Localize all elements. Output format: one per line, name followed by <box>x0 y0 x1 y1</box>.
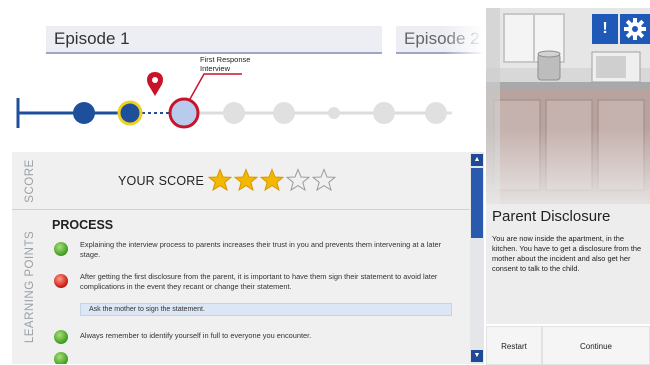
current-node-label-line-1: First Response <box>200 55 250 64</box>
timeline-node-2[interactable] <box>117 100 143 126</box>
continue-button[interactable]: Continue <box>542 326 650 365</box>
scene-panel: ! Parent Disclosure You are now inside t… <box>486 8 650 365</box>
score-side-label-text: SCORE <box>24 159 36 203</box>
score-side-label: SCORE <box>12 152 48 210</box>
learning-points-side-label: LEARNING POINTS <box>12 210 48 364</box>
learning-points-scrollbar[interactable]: ▲ ▼ <box>470 152 484 364</box>
scroll-thumb[interactable] <box>471 168 483 238</box>
alert-button[interactable]: ! <box>592 14 618 44</box>
star-filled-icon <box>208 168 232 192</box>
restart-button[interactable]: Restart <box>486 326 542 365</box>
process-heading: PROCESS <box>52 218 114 232</box>
gear-icon <box>624 18 646 40</box>
timeline-node-7[interactable] <box>373 102 395 124</box>
scene-toolbar: ! <box>592 14 650 44</box>
episode-header: Episode 1 Episode 2 First Response Inter… <box>12 8 484 152</box>
current-node-callout-line <box>189 73 242 100</box>
star-filled-icon <box>260 168 284 192</box>
results-panel: SCORE YOUR SCORE LEARNING POINTS PROCESS… <box>12 152 484 364</box>
scene-description: You are now inside the apartment, in the… <box>492 234 642 273</box>
location-pin-icon <box>147 72 163 96</box>
star-rating <box>208 168 336 192</box>
app: Episode 1 Episode 2 First Response Inter… <box>0 0 650 365</box>
scene-actions: Restart Continue <box>486 326 650 365</box>
scroll-down-button[interactable]: ▼ <box>471 350 483 362</box>
learning-point-3-text: Always remember to identify yourself in … <box>80 331 312 340</box>
star-empty-icon <box>286 168 310 192</box>
scene-info: Parent Disclosure You are now inside the… <box>486 204 650 324</box>
learning-points-side-label-text: LEARNING POINTS <box>24 230 36 344</box>
good-feedback-icon <box>54 242 68 256</box>
settings-button[interactable] <box>620 14 650 44</box>
timeline-node-5[interactable] <box>273 102 295 124</box>
star-empty-icon <box>312 168 336 192</box>
learning-point-1-text: Explaining the interview process to pare… <box>80 240 442 259</box>
learning-point-2-hint: Ask the mother to sign the statement. <box>80 303 452 316</box>
bad-feedback-icon <box>54 274 68 288</box>
timeline-node-6[interactable] <box>328 107 340 119</box>
good-feedback-icon <box>54 352 68 364</box>
score-section: SCORE YOUR SCORE <box>12 152 470 210</box>
good-feedback-icon <box>54 330 68 344</box>
your-score-label: YOUR SCORE <box>118 174 205 188</box>
star-filled-icon <box>234 168 258 192</box>
scroll-up-button[interactable]: ▲ <box>471 154 483 166</box>
timeline-node-current[interactable] <box>168 97 200 129</box>
episode-timeline: First Response Interview <box>16 55 452 129</box>
learning-points-section: LEARNING POINTS PROCESS Explaining the i… <box>12 210 470 364</box>
current-node-label-line-2: Interview <box>200 64 231 73</box>
timeline-node-1[interactable] <box>73 102 95 124</box>
scene-title: Parent Disclosure <box>492 208 611 225</box>
timeline-node-4[interactable] <box>223 102 245 124</box>
current-node-label: First Response Interview <box>200 55 253 73</box>
timeline-fade <box>444 8 484 152</box>
learning-point-2-text: After getting the first disclosure from … <box>80 272 438 291</box>
